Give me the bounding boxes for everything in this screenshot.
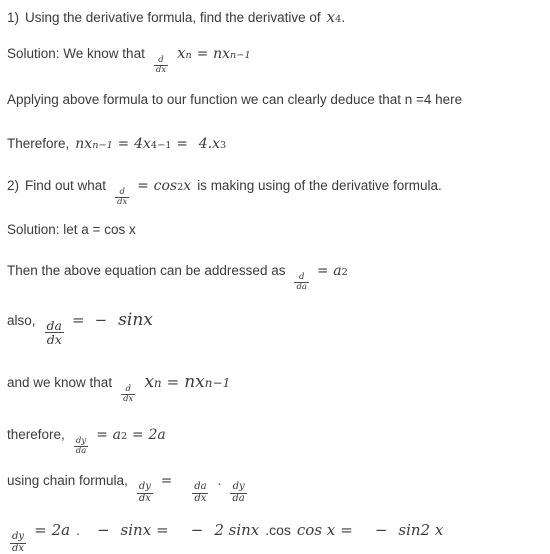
therefore-1-equals-1: = <box>117 136 130 152</box>
final-sinx: sinx <box>120 521 152 539</box>
chain-da-dx-fraction: da dx <box>192 481 209 504</box>
final-dot-1: . <box>76 524 80 538</box>
question-1-period: . <box>341 10 346 25</box>
then-derivative-fraction: d da <box>294 273 309 292</box>
also-rhs-sinx: sinx <box>118 310 153 330</box>
know-formula-label: and we know that <box>7 375 113 390</box>
final-equals-1: = <box>34 521 47 539</box>
derivative-operator-fraction: d dx <box>153 55 169 75</box>
therefore-1-label: Therefore, <box>7 136 70 151</box>
final-minus-2: − <box>190 521 204 539</box>
therefore-1-equals-2: = <box>176 136 188 152</box>
chain-formula-line: using chain formula, dy dx = da dx . dy … <box>7 473 250 503</box>
final-cos-x: cos x <box>296 521 336 539</box>
fraction-numerator: dy <box>232 481 245 492</box>
fraction-numerator: d <box>299 272 305 282</box>
therefore-2-equals-2: = <box>132 427 144 443</box>
then-equals: = <box>316 263 329 279</box>
applying-formula-text: Applying above formula to our function w… <box>7 92 463 107</box>
question-1-number: 1) <box>7 10 20 25</box>
therefore-1-middle: 4x <box>134 136 151 152</box>
final-dy-dx-fraction: dy dx <box>10 531 27 554</box>
solution-1-label: Solution: We know that <box>7 46 145 61</box>
know-derivative-fraction: d dx <box>121 384 136 404</box>
know-x: x <box>144 372 154 392</box>
chain-dy-dx-fraction: dy dx <box>136 481 153 504</box>
final-equals-3: = <box>340 521 353 539</box>
final-2sinx: 2 sinx <box>214 521 260 539</box>
then-equation-line: Then the above equation can be addressed… <box>7 263 348 292</box>
fraction-numerator: dy <box>138 481 151 492</box>
fraction-denominator: dx <box>10 542 27 554</box>
chain-multiply-dot: . <box>217 474 222 488</box>
final-equals-2: = <box>156 521 169 539</box>
fraction-denominator: da <box>294 281 309 292</box>
also-minus-sign: − <box>94 311 108 329</box>
solution-1-equals: = <box>196 46 209 62</box>
question-2-cos: cos <box>153 178 178 194</box>
also-line: also, da dx = − sinx <box>7 310 153 347</box>
fraction-numerator: d <box>158 55 164 65</box>
solution-1-rhs: nx <box>213 46 231 62</box>
therefore-1-rhs-x: x <box>212 136 221 152</box>
question-2-text-b: is making using of the derivative formul… <box>197 178 442 193</box>
applying-formula-line: Applying above formula to our function w… <box>7 93 462 107</box>
therefore-2-line: therefore, dy da = a2 = 2a <box>7 427 166 456</box>
fraction-numerator: dy <box>75 436 87 446</box>
fraction-numerator: d <box>119 187 125 197</box>
chain-equals: = <box>160 473 173 489</box>
fraction-denominator: da <box>230 492 247 504</box>
document-page: 1) Using the derivative formula, find th… <box>0 0 550 554</box>
final-minus-1: − <box>96 521 110 539</box>
question-1-text: Using the derivative formula, find the d… <box>25 10 321 25</box>
solution-2-label: Solution: let a = cos x <box>7 222 136 237</box>
therefore-2-dy-da-fraction: dy da <box>73 436 89 456</box>
therefore-2-rhs: 2a <box>148 427 166 443</box>
fraction-numerator: d <box>125 384 131 394</box>
fraction-denominator: dx <box>44 332 64 348</box>
final-result-line: dy dx = 2a . − sinx = − 2 sinx . cos cos… <box>7 521 444 553</box>
question-2-number: 2) <box>7 178 20 193</box>
final-minus-3: − <box>374 521 388 539</box>
know-rhs: nx <box>184 372 205 392</box>
question-2-equals: = <box>137 178 149 194</box>
final-cos-upright: cos <box>269 522 291 538</box>
solution-1-line: Solution: We know that d dx xn = nx n−1 <box>7 44 251 75</box>
fraction-numerator: da <box>46 318 62 333</box>
fraction-denominator: dx <box>115 196 130 207</box>
also-label: also, <box>7 313 36 328</box>
chain-formula-label: using chain formula, <box>7 473 128 488</box>
fraction-denominator: da <box>73 445 89 456</box>
question-2-cos-variable: x <box>183 178 192 194</box>
question-2-derivative-fraction: d dx <box>115 187 130 207</box>
then-rhs: a <box>333 263 342 279</box>
therefore-2-label: therefore, <box>7 427 65 442</box>
question-1-variable: x <box>326 8 336 26</box>
fraction-denominator: dx <box>153 64 169 75</box>
therefore-1-rhs-coefficient: 4. <box>198 136 213 152</box>
fraction-numerator: da <box>194 481 207 492</box>
know-formula-line: and we know that d dx xn = nx n−1 <box>7 372 231 404</box>
therefore-2-equals-1: = <box>96 427 108 443</box>
fraction-denominator: dx <box>192 492 209 504</box>
therefore-1-lhs: nx <box>75 136 93 152</box>
also-da-dx-fraction: da dx <box>44 318 64 348</box>
also-equals: = <box>72 311 85 329</box>
question-2-line: 2) Find out what d dx = cos 2 x is making … <box>7 178 442 207</box>
solution-2-line: Solution: let a = cos x <box>7 223 136 237</box>
question-1-line: 1) Using the derivative formula, find th… <box>7 8 346 26</box>
fraction-numerator: dy <box>12 531 25 542</box>
know-equals: = <box>166 373 180 391</box>
chain-dy-da-fraction: dy da <box>230 481 247 504</box>
final-result-value: sin2 x <box>398 521 444 539</box>
therefore-1-line: Therefore, nx n−1 = 4x 4−1 = 4. x 3 <box>7 136 227 152</box>
therefore-2-middle: a <box>112 427 121 443</box>
solution-1-x: x <box>177 44 186 62</box>
fraction-denominator: dx <box>136 492 153 504</box>
then-equation-text: Then the above equation can be addressed… <box>7 263 286 278</box>
fraction-denominator: dx <box>121 393 136 404</box>
final-term-2a: 2a <box>51 521 71 539</box>
question-2-text-a: Find out what <box>25 178 107 193</box>
